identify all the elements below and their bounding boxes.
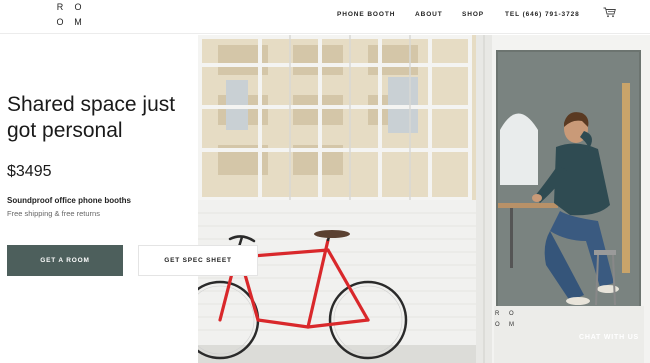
nav-shop[interactable]: SHOP [462, 11, 484, 18]
logo-letter: O [56, 17, 64, 27]
site-header: R O O M PHONE BOOTH ABOUT SHOP TEL (646)… [0, 0, 650, 34]
logo-letter: O [74, 2, 82, 12]
room-logo[interactable]: R O O M [56, 2, 82, 30]
cart-icon[interactable] [603, 7, 616, 18]
booth-room-logo: R O O M [495, 311, 515, 333]
logo-letter: O [509, 311, 514, 317]
logo-letter: O [495, 322, 500, 328]
office-scene-illustration [198, 35, 650, 363]
logo-letter: M [74, 17, 82, 27]
get-a-room-button[interactable]: GET A ROOM [7, 245, 123, 276]
get-spec-sheet-button[interactable]: GET SPEC SHEET [138, 245, 258, 276]
logo-letter: R [495, 311, 500, 317]
product-price: $3495 [7, 163, 52, 180]
nav-about[interactable]: ABOUT [415, 11, 443, 18]
product-subtitle: Soundproof office phone booths [7, 196, 131, 205]
nav-phone-booth[interactable]: PHONE BOOTH [337, 11, 395, 18]
chat-with-us-link[interactable]: CHAT WITH US [579, 334, 639, 341]
hero-photo [198, 35, 650, 363]
shipping-note: Free shipping & free returns [7, 209, 100, 218]
logo-letter: M [509, 322, 514, 328]
hero-title: Shared space just got personal [7, 93, 176, 142]
logo-letter: R [56, 2, 64, 12]
nav-telephone[interactable]: TEL (646) 791-3728 [505, 11, 580, 18]
